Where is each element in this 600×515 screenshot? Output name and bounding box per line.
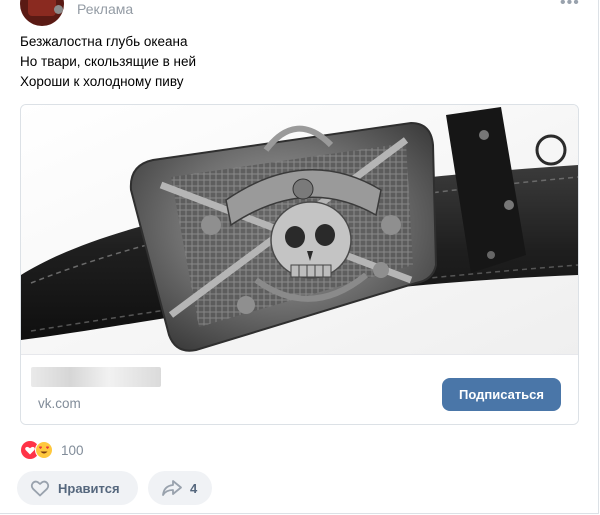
ad-label: Реклама: [77, 1, 134, 17]
ad-domain[interactable]: vk.com: [38, 396, 81, 411]
post-text-line: Хороши к холодному пиву: [20, 74, 184, 89]
reactions-summary[interactable]: 100: [21, 440, 84, 460]
share-button[interactable]: 4: [148, 471, 212, 505]
avatar-badge: [54, 5, 63, 14]
share-count: 4: [190, 480, 198, 496]
subscribe-button[interactable]: Подписаться: [442, 378, 561, 411]
heart-outline-icon: [30, 480, 50, 497]
ad-image[interactable]: [21, 105, 578, 354]
reactions-count: 100: [61, 442, 84, 458]
ad-footer: vk.com Подписаться: [21, 354, 578, 424]
post-text-line: Но твари, скользящие в ней: [20, 54, 197, 69]
like-button[interactable]: Нравится: [17, 471, 138, 505]
heart-eyes-emoji-icon: [35, 441, 53, 459]
more-options-icon[interactable]: •••: [560, 0, 580, 12]
share-arrow-icon: [162, 480, 182, 496]
ad-snippet[interactable]: vk.com Подписаться: [20, 104, 579, 425]
blurred-ad-title: [31, 367, 161, 387]
like-label: Нравится: [58, 480, 120, 496]
post-text: Безжалостна глубь океана Но твари, сколь…: [20, 32, 196, 92]
post-text-line: Безжалостна глубь океана: [20, 34, 188, 49]
ad-post-card: Реклама ••• Безжалостна глубь океана Но …: [0, 0, 599, 514]
